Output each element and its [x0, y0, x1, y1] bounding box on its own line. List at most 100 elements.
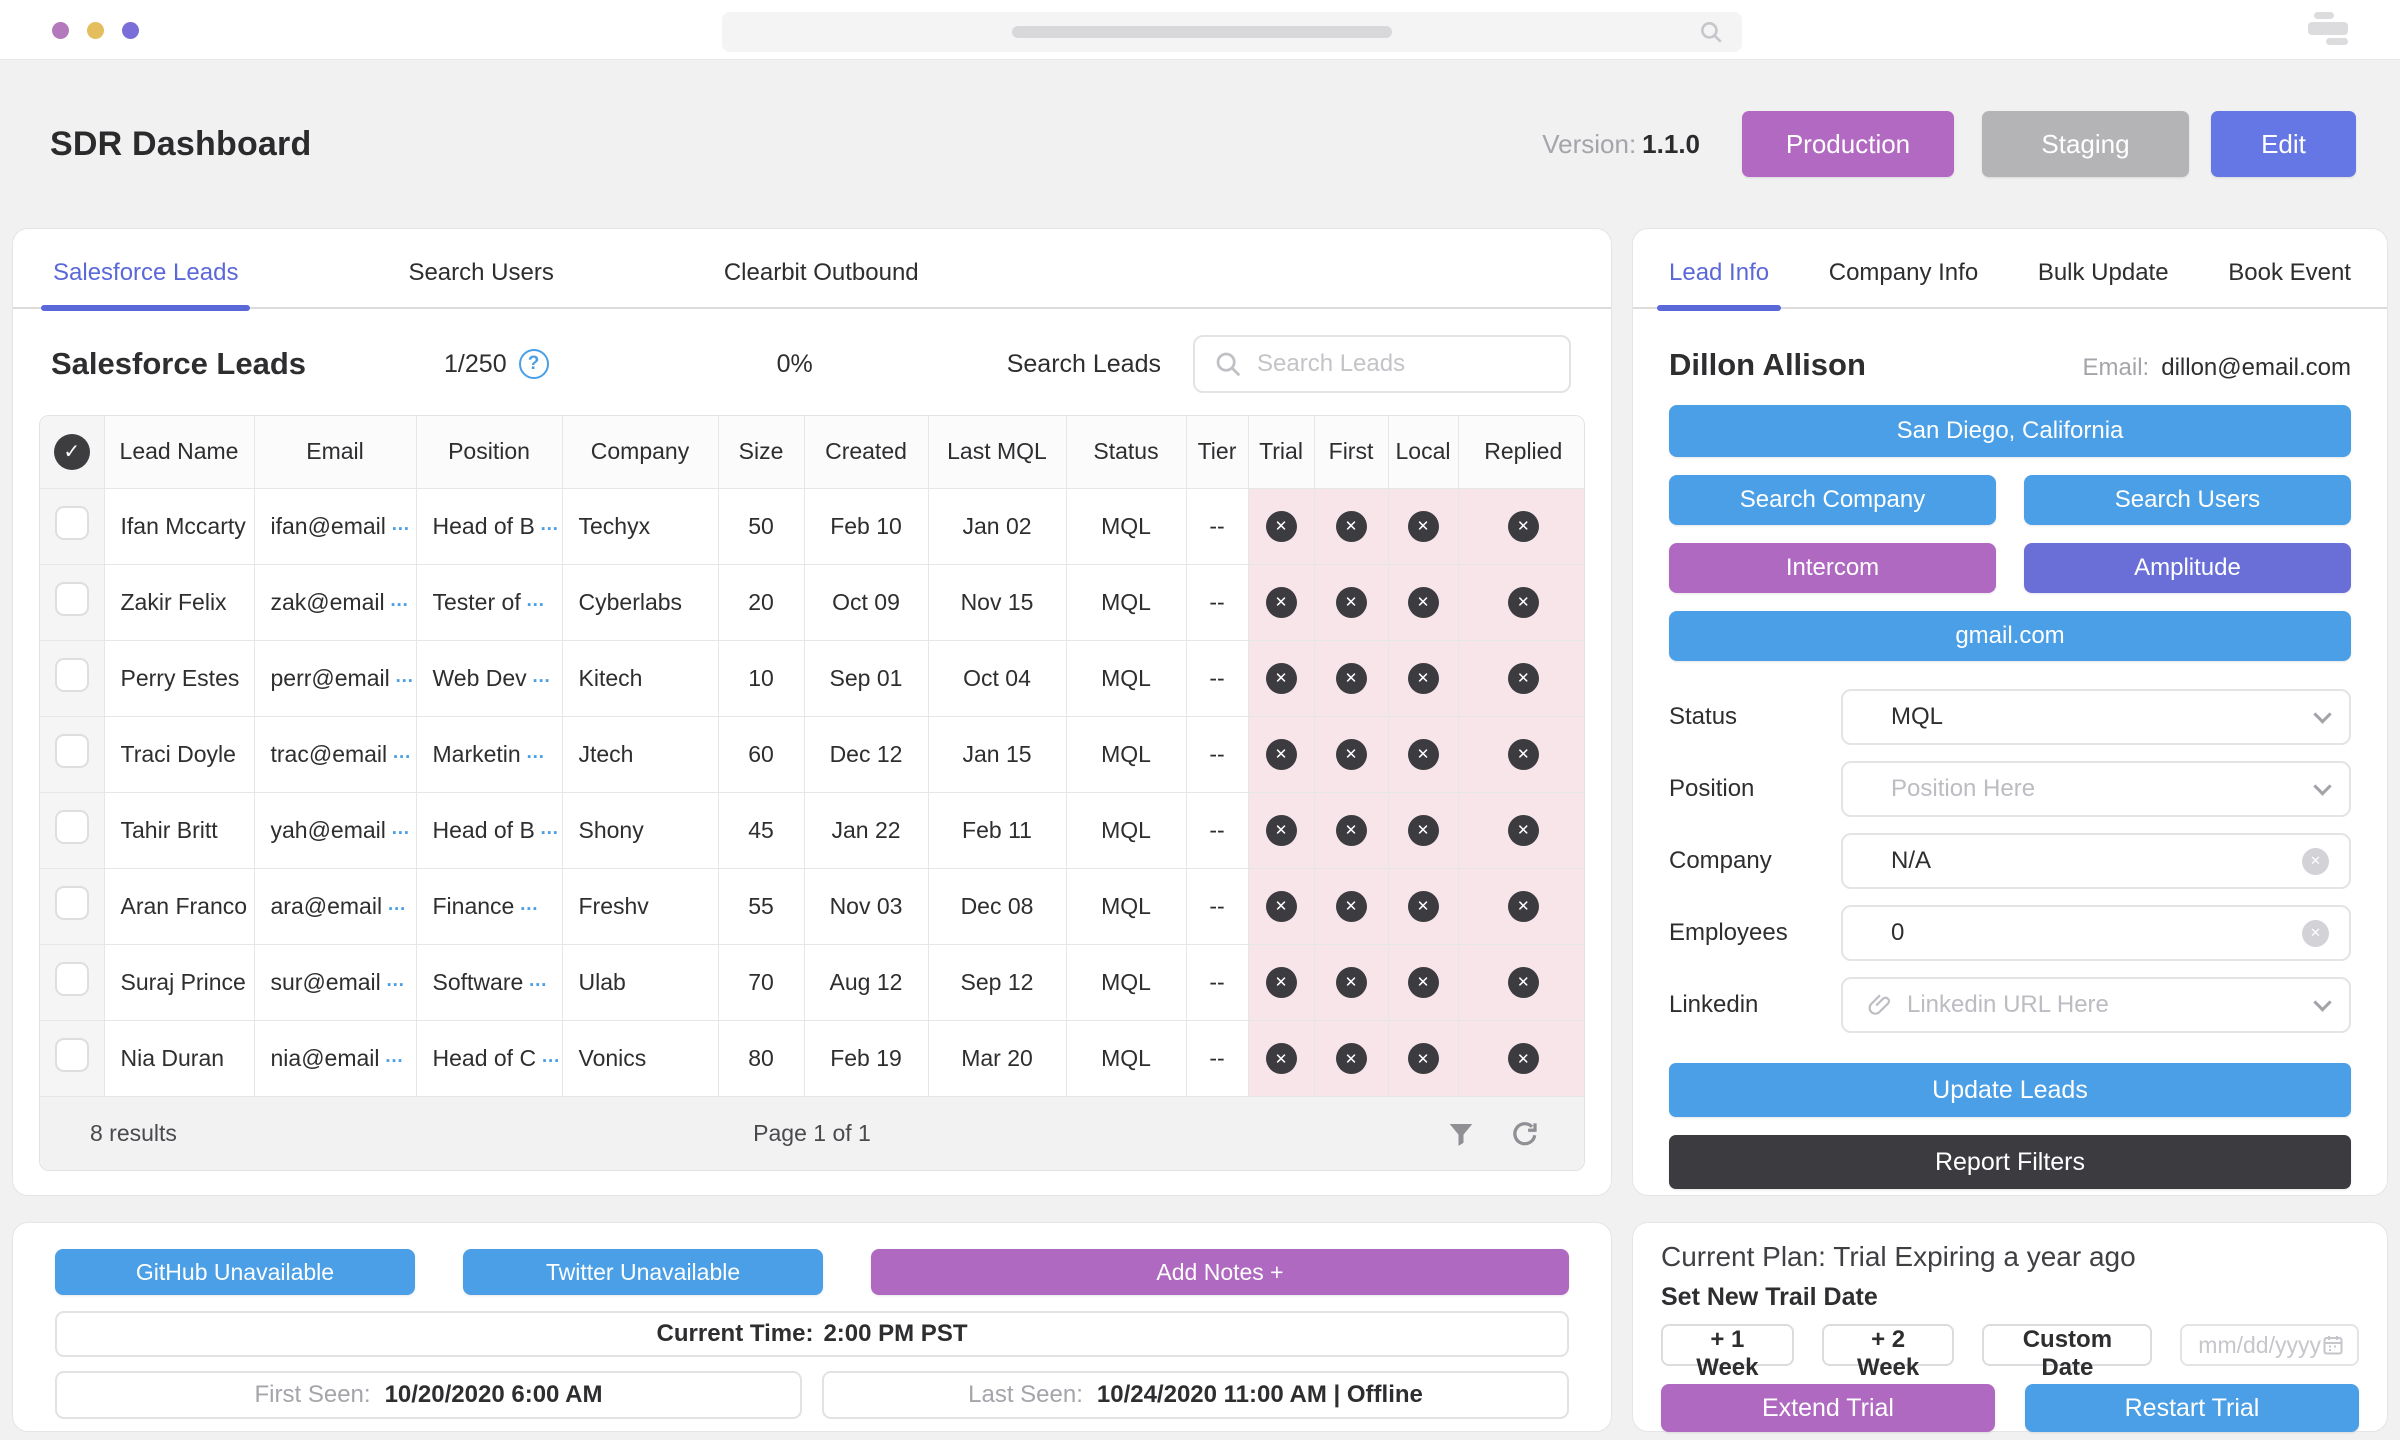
- row-checkbox[interactable]: [55, 506, 89, 540]
- tab-lead-info[interactable]: Lead Info: [1669, 259, 1769, 307]
- search-company-button[interactable]: Search Company: [1669, 475, 1996, 525]
- date-input[interactable]: mm/dd/yyyy: [2180, 1324, 2359, 1366]
- truncated-ellipsis[interactable]: …: [528, 970, 548, 991]
- cell-status: MQL: [1066, 488, 1186, 564]
- window-dot-maximize[interactable]: [122, 22, 139, 39]
- leads-table: ✓Lead NameEmailPositionCompanySizeCreate…: [39, 415, 1585, 1171]
- tab-clearbit-outbound[interactable]: Clearbit Outbound: [724, 259, 919, 307]
- truncated-ellipsis[interactable]: …: [526, 590, 546, 611]
- clear-icon[interactable]: ✕: [2302, 920, 2329, 947]
- row-checkbox[interactable]: [55, 886, 89, 920]
- update-leads-button[interactable]: Update Leads: [1669, 1063, 2351, 1117]
- table-row: Ifan Mccartyifan@email…Head of B…Techyx5…: [40, 488, 1585, 564]
- window-dot-close[interactable]: [52, 22, 69, 39]
- truncated-ellipsis[interactable]: …: [526, 742, 546, 763]
- cell-created: Oct 09: [804, 564, 928, 640]
- row-checkbox[interactable]: [55, 734, 89, 768]
- cell-size: 80: [718, 1020, 804, 1096]
- plus-1-week-button[interactable]: + 1 Week: [1661, 1324, 1794, 1366]
- restart-trial-button[interactable]: Restart Trial: [2025, 1384, 2359, 1432]
- refresh-icon[interactable]: [1510, 1119, 1540, 1149]
- leads-search-input[interactable]: [1257, 350, 1527, 378]
- cell-replied-flag: ✕: [1458, 792, 1585, 868]
- cell-status: MQL: [1066, 868, 1186, 944]
- cell-local-flag: ✕: [1388, 944, 1458, 1020]
- employees-input[interactable]: 0 ✕: [1841, 905, 2351, 961]
- cell-size: 50: [718, 488, 804, 564]
- row-checkbox[interactable]: [55, 658, 89, 692]
- truncated-ellipsis[interactable]: …: [386, 970, 406, 991]
- twitter-button[interactable]: Twitter Unavailable: [463, 1249, 823, 1295]
- tab-book-event[interactable]: Book Event: [2228, 259, 2351, 307]
- row-checkbox[interactable]: [55, 1038, 89, 1072]
- truncated-ellipsis[interactable]: …: [390, 590, 410, 611]
- cell-first-flag: ✕: [1314, 716, 1388, 792]
- cell-tier: --: [1186, 564, 1248, 640]
- staging-button[interactable]: Staging: [1982, 111, 2189, 177]
- tab-search-users[interactable]: Search Users: [408, 259, 553, 307]
- local-unavailable-icon: ✕: [1408, 815, 1439, 846]
- tab-company-info[interactable]: Company Info: [1829, 259, 1978, 307]
- truncated-ellipsis[interactable]: …: [392, 742, 412, 763]
- employees-label: Employees: [1669, 919, 1841, 947]
- cell-status: MQL: [1066, 1020, 1186, 1096]
- linkedin-input[interactable]: Linkedin URL Here: [1841, 977, 2351, 1033]
- truncated-ellipsis[interactable]: …: [519, 894, 539, 915]
- row-checkbox[interactable]: [55, 582, 89, 616]
- window-dot-minimize[interactable]: [87, 22, 104, 39]
- truncated-ellipsis[interactable]: …: [387, 894, 407, 915]
- help-icon[interactable]: ?: [519, 349, 549, 379]
- intercom-button[interactable]: Intercom: [1669, 543, 1996, 593]
- replied-unavailable-icon: ✕: [1508, 891, 1539, 922]
- truncated-ellipsis[interactable]: …: [540, 514, 560, 535]
- cell-email: trac@email…: [254, 716, 416, 792]
- search-users-button[interactable]: Search Users: [2024, 475, 2351, 525]
- clear-icon[interactable]: ✕: [2302, 848, 2329, 875]
- status-select[interactable]: MQL: [1841, 689, 2351, 745]
- github-button[interactable]: GitHub Unavailable: [55, 1249, 415, 1295]
- first-seen-value: 10/20/2020 6:00 AM: [385, 1381, 603, 1409]
- first-unavailable-icon: ✕: [1336, 967, 1367, 998]
- cell-tier: --: [1186, 792, 1248, 868]
- truncated-ellipsis[interactable]: …: [532, 666, 552, 687]
- extend-trial-button[interactable]: Extend Trial: [1661, 1384, 1995, 1432]
- truncated-ellipsis[interactable]: …: [540, 818, 560, 839]
- menu-icon[interactable]: [2308, 12, 2354, 48]
- truncated-ellipsis[interactable]: …: [395, 666, 415, 687]
- select-all-checkbox[interactable]: ✓: [40, 416, 104, 488]
- tab-bulk-update[interactable]: Bulk Update: [2038, 259, 2169, 307]
- add-notes-button[interactable]: Add Notes +: [871, 1249, 1569, 1295]
- truncated-ellipsis[interactable]: …: [391, 818, 411, 839]
- cell-replied-flag: ✕: [1458, 868, 1585, 944]
- tab-salesforce-leads[interactable]: Salesforce Leads: [53, 259, 238, 307]
- location-button[interactable]: San Diego, California: [1669, 405, 2351, 457]
- cell-company: Jtech: [562, 716, 718, 792]
- column-header-status: Status: [1066, 416, 1186, 488]
- position-select[interactable]: Position Here: [1841, 761, 2351, 817]
- cell-first-flag: ✕: [1314, 944, 1388, 1020]
- domain-button[interactable]: gmail.com: [1669, 611, 2351, 661]
- cell-created: Feb 10: [804, 488, 928, 564]
- cell-email: sur@email…: [254, 944, 416, 1020]
- cell-last_mql: Mar 20: [928, 1020, 1066, 1096]
- address-bar[interactable]: [722, 12, 1742, 52]
- row-checkbox[interactable]: [55, 962, 89, 996]
- custom-date-button[interactable]: Custom Date: [1982, 1324, 2152, 1366]
- cell-position: Head of C…: [416, 1020, 562, 1096]
- truncated-ellipsis[interactable]: …: [385, 1046, 405, 1067]
- status-label: Status: [1669, 703, 1841, 731]
- edit-button[interactable]: Edit: [2211, 111, 2356, 177]
- column-header-position: Position: [416, 416, 562, 488]
- production-button[interactable]: Production: [1742, 111, 1954, 177]
- company-input[interactable]: N/A ✕: [1841, 833, 2351, 889]
- cell-replied-flag: ✕: [1458, 944, 1585, 1020]
- filter-icon[interactable]: [1446, 1119, 1476, 1149]
- row-checkbox[interactable]: [55, 810, 89, 844]
- cell-first-flag: ✕: [1314, 488, 1388, 564]
- amplitude-button[interactable]: Amplitude: [2024, 543, 2351, 593]
- truncated-ellipsis[interactable]: …: [541, 1046, 561, 1067]
- local-unavailable-icon: ✕: [1408, 1043, 1439, 1074]
- truncated-ellipsis[interactable]: …: [391, 514, 411, 535]
- plus-2-week-button[interactable]: + 2 Week: [1822, 1324, 1955, 1366]
- report-filters-button[interactable]: Report Filters: [1669, 1135, 2351, 1189]
